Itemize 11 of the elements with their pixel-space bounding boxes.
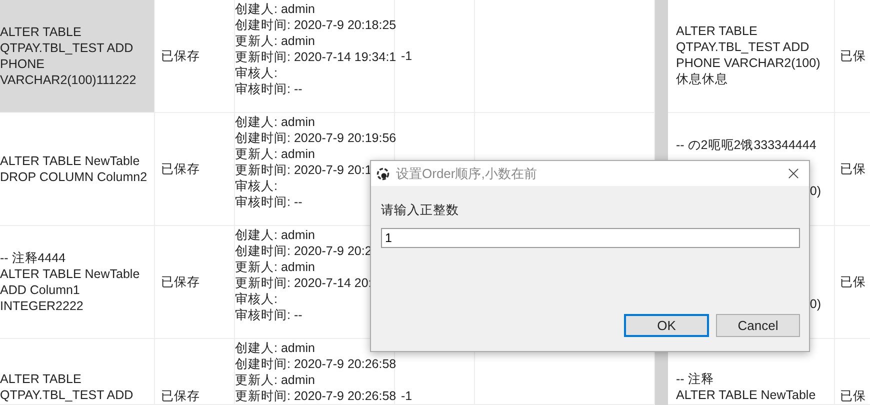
table-cell: 已保 — [835, 226, 870, 339]
table-cell-text: -1 — [400, 388, 414, 404]
table-cell: 已保 — [835, 339, 870, 405]
table-cell: 创建人: admin 创建时间: 2020-7-9 20:26:58 更新人: admin 更新时间: 2020-7-9 20:26:58 — [235, 339, 395, 404]
table-cell: ALTER TABLE QTPAY.TBL_TEST ADD PHONE VARCHAR2(100) 休息休息 — [668, 0, 835, 113]
table-cell-text: -1 — [400, 48, 414, 65]
table-cell: 已保 — [835, 113, 870, 226]
table-cell: 创建人: admin 创建时间: 2020-7-9 20:18:25 更新人: admin 更新时间: 2020-7-14 19:34:1 审核人: 审核时间: -- — [235, 0, 395, 112]
prompt-label: 请输入正整数 — [381, 202, 460, 219]
dialog-title: 设置Order顺序,小数在前 — [396, 164, 538, 182]
table-cell: 已保 — [835, 0, 870, 113]
